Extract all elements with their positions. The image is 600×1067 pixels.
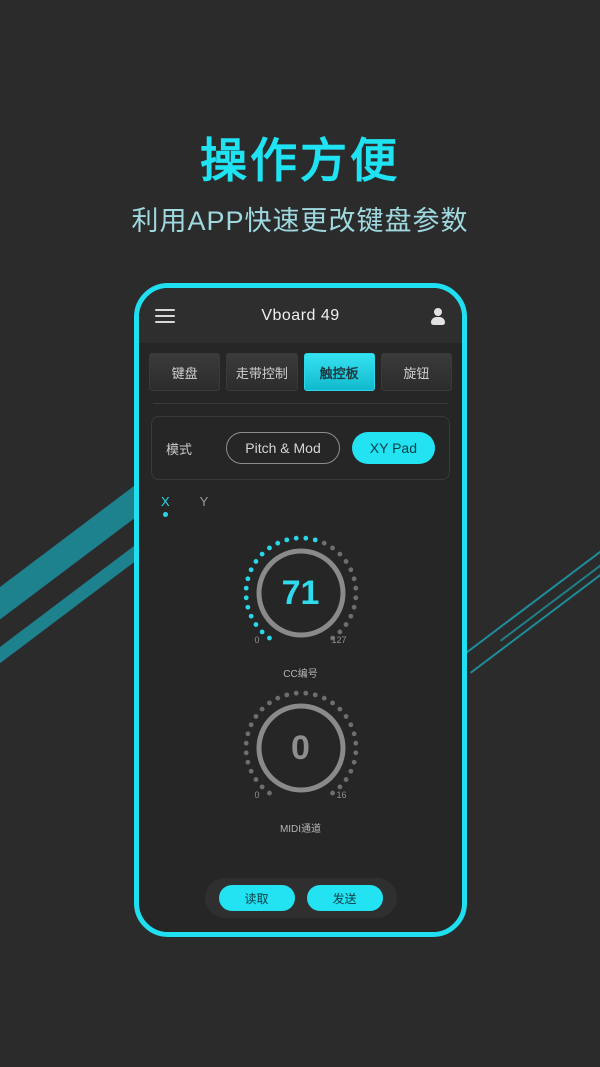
- knob-caption: CC编号: [283, 669, 318, 680]
- phone-mockup: Vboard 49 键盘 走带控制 触控板 旋钮 模式 Pitch & Mod XY …: [134, 283, 467, 937]
- tab-2[interactable]: 触控板: [303, 353, 375, 391]
- send-button[interactable]: 发送: [306, 885, 383, 911]
- tab-label: 键盘: [171, 365, 198, 381]
- tab-3[interactable]: 旋钮: [380, 353, 452, 391]
- mode-label: 模式: [166, 441, 193, 457]
- mode-panel: 模式 Pitch & Mod XY Pad: [151, 416, 450, 480]
- mode-option-pitch-mod[interactable]: Pitch & Mod: [226, 432, 340, 464]
- tab-0[interactable]: 键盘: [149, 353, 221, 391]
- hamburger-icon[interactable]: [155, 308, 175, 323]
- decorative-stripe-right-1: [455, 479, 600, 662]
- app-screen: Vboard 49 键盘 走带控制 触控板 旋钮 模式 Pitch & Mod XY …: [139, 288, 462, 932]
- tab-divider: [153, 403, 448, 404]
- axis-label: Y: [199, 494, 209, 509]
- knob-1[interactable]: 0 0 16 MIDI通道: [239, 686, 363, 835]
- promo-subheadline: 利用APP快速更改键盘参数: [131, 206, 469, 236]
- axis-tab-x[interactable]: X: [161, 494, 170, 517]
- knob-0[interactable]: 71 0 127 CC编号: [239, 531, 363, 680]
- decorative-stripe-right-3: [500, 495, 600, 642]
- axis-tab-y[interactable]: Y: [200, 494, 209, 517]
- user-icon[interactable]: [430, 307, 446, 325]
- tab-label: 旋钮: [403, 365, 430, 381]
- action-bar: 读取 发送: [204, 878, 397, 918]
- promo-page: 操作方便 利用APP快速更改键盘参数 Vboard 49 键盘 走带控制 触控板 旋钮…: [0, 0, 600, 1067]
- axis-selector: XY: [139, 480, 462, 517]
- tab-1[interactable]: 走带控制: [226, 353, 298, 391]
- knob-caption: MIDI通道: [279, 824, 322, 835]
- app-bar: Vboard 49: [139, 288, 462, 343]
- decorative-stripe-right-2: [470, 497, 600, 674]
- read-button[interactable]: 读取: [218, 885, 295, 911]
- tab-label: 走带控制: [235, 365, 288, 381]
- mode-option-xy-pad[interactable]: XY Pad: [351, 432, 435, 464]
- tab-bar: 键盘 走带控制 触控板 旋钮: [139, 343, 462, 391]
- tab-label: 触控板: [319, 365, 359, 381]
- axis-label: X: [161, 494, 170, 509]
- app-title: Vboard 49: [261, 306, 340, 324]
- promo-headline: 操作方便: [200, 134, 400, 187]
- knob-section: 71 0 127 CC编号 0 0 16 MIDI通道: [139, 517, 462, 878]
